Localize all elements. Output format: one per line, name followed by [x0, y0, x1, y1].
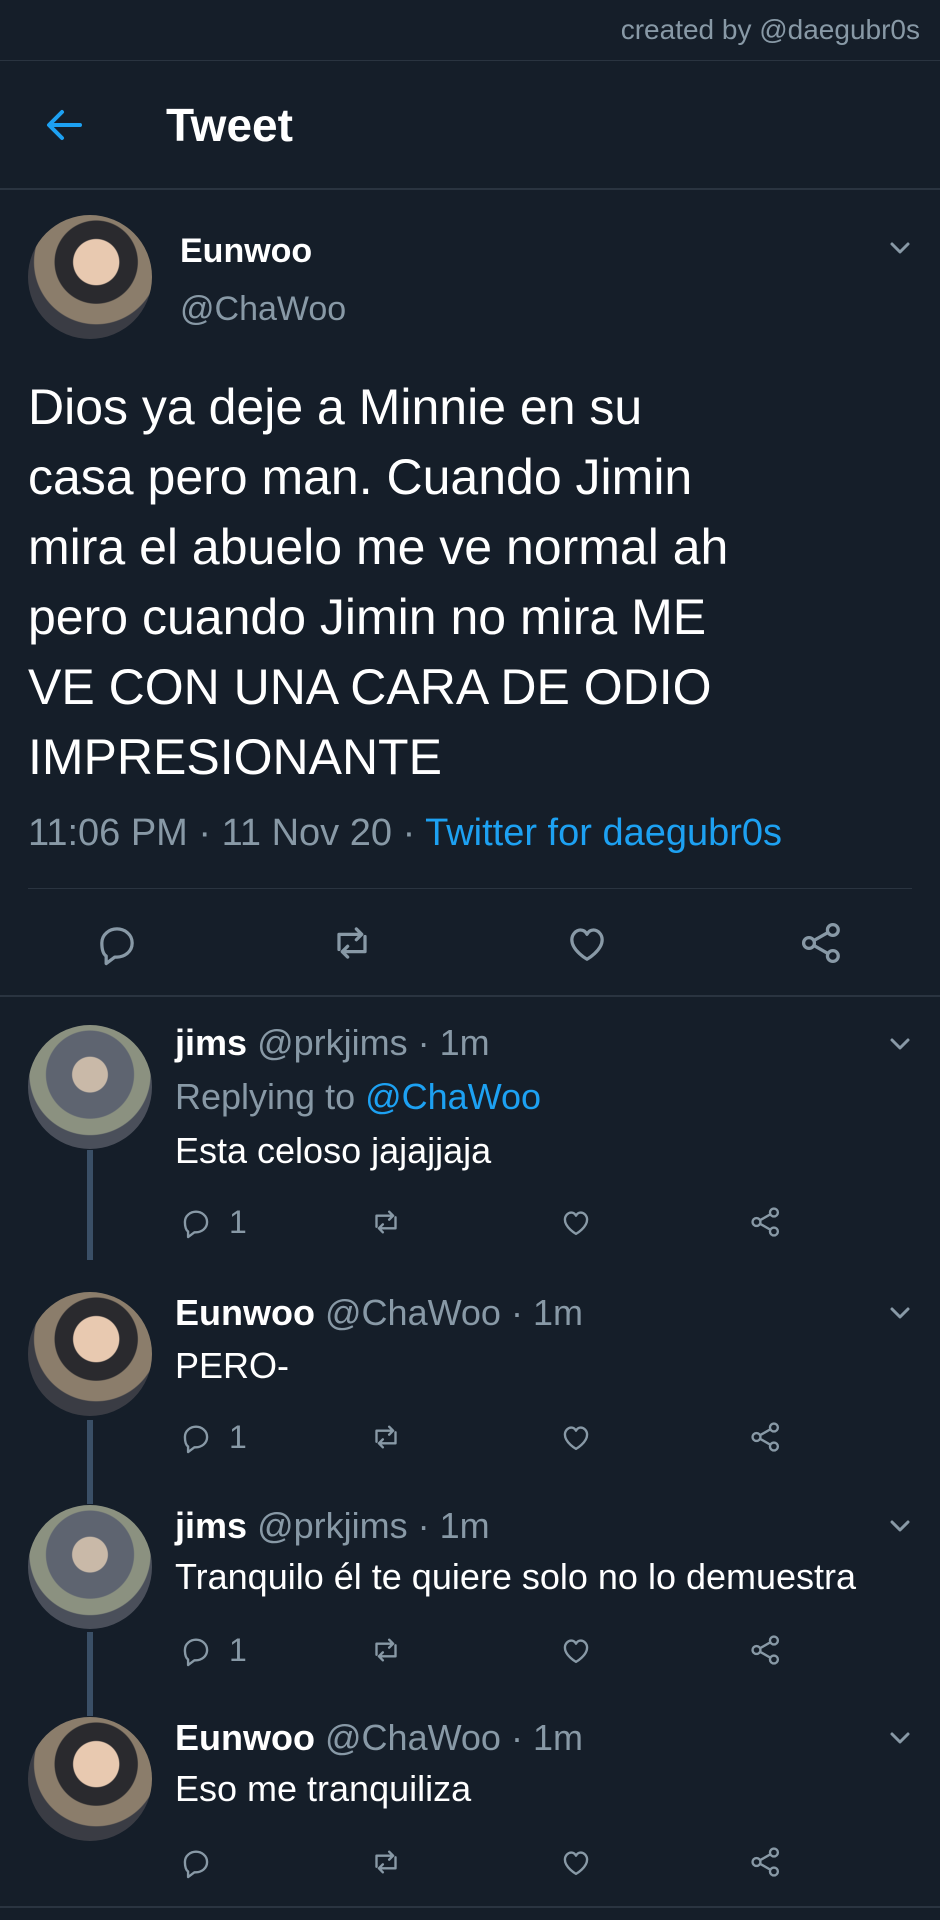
share-icon[interactable] — [796, 917, 848, 969]
tweet-line: casa pero man. Cuando Jimin — [28, 449, 693, 505]
reply-header: jims @prkjims · 1m — [175, 1505, 490, 1547]
chevron-down-icon[interactable] — [886, 1512, 914, 1540]
share-icon — [751, 1207, 780, 1237]
reply-icon — [183, 1638, 209, 1667]
reply-icon[interactable] — [91, 917, 143, 969]
share-button[interactable] — [747, 1628, 785, 1672]
tweet-timestamp: 11:06 PM · 11 Nov 20 · — [28, 812, 426, 854]
credit-text: created by @daegubr0s — [620, 14, 920, 45]
tweet-meta: 11:06 PM · 11 Nov 20 · Twitter for daegu… — [28, 812, 782, 855]
reply-text: Eso me tranquiliza — [175, 1768, 472, 1809]
reply-handle-time: @prkjims · 1m — [257, 1022, 490, 1063]
reply-button[interactable]: 1 — [177, 1415, 247, 1459]
reply-count: 1 — [229, 1631, 247, 1668]
tweet-line: Dios ya deje a Minnie en su — [28, 379, 643, 435]
chevron-down-icon[interactable] — [886, 1030, 914, 1058]
thread-connector — [87, 1420, 93, 1504]
tweet-text: Dios ya deje a Minnie en su casa pero ma… — [28, 372, 888, 792]
tweet-actions — [0, 910, 940, 976]
thread-connector — [87, 1150, 93, 1260]
bottom-divider — [0, 1906, 940, 1908]
share-icon — [751, 1635, 780, 1665]
reply-icon — [183, 1850, 209, 1879]
chevron-down-icon[interactable] — [886, 1724, 914, 1752]
retweet-button[interactable] — [367, 1840, 405, 1884]
chevron-down-icon[interactable] — [886, 234, 914, 262]
reply-author-name[interactable]: Eunwoo — [175, 1717, 315, 1758]
reply-text: PERO- — [175, 1345, 290, 1386]
thread-connector — [87, 1632, 93, 1716]
reply-button[interactable]: 1 — [177, 1628, 247, 1672]
reply-icon — [183, 1425, 209, 1454]
arrow-left-icon — [47, 110, 82, 140]
avatar[interactable] — [28, 1025, 152, 1149]
like-icon[interactable] — [561, 917, 613, 969]
reply-count: 1 — [229, 1203, 247, 1240]
tweet-line: mira el abuelo me ve normal ah — [28, 519, 729, 575]
avatar[interactable] — [28, 1505, 152, 1629]
like-button[interactable] — [557, 1415, 595, 1459]
retweet-icon — [375, 1638, 397, 1662]
like-button[interactable] — [557, 1200, 595, 1244]
header-divider — [0, 188, 940, 190]
share-button[interactable] — [747, 1415, 785, 1459]
reply-button[interactable] — [177, 1840, 215, 1884]
replying-to: Replying to @ChaWoo — [175, 1076, 541, 1118]
like-button[interactable] — [557, 1628, 595, 1672]
tweet-line: VE CON UNA CARA DE ODIO — [28, 659, 712, 715]
share-icon — [751, 1847, 780, 1877]
back-button[interactable] — [40, 100, 90, 150]
retweet-icon[interactable] — [326, 917, 378, 969]
share-button[interactable] — [747, 1840, 785, 1884]
share-button[interactable] — [747, 1200, 785, 1244]
reply-handle-time: @ChaWoo · 1m — [325, 1717, 583, 1758]
reply-icon — [183, 1210, 209, 1239]
reply-author-name[interactable]: jims — [175, 1505, 247, 1546]
retweet-icon — [375, 1850, 397, 1874]
like-icon — [563, 1639, 589, 1664]
avatar[interactable] — [28, 1292, 152, 1416]
reply-header: jims @prkjims · 1m — [175, 1022, 490, 1064]
like-button[interactable] — [557, 1840, 595, 1884]
header: Tweet — [0, 60, 940, 188]
like-icon — [563, 1426, 589, 1451]
replying-mention[interactable]: @ChaWoo — [365, 1076, 541, 1117]
reply-handle-time: @ChaWoo · 1m — [325, 1292, 583, 1333]
reply-text: Tranquilo él te quiere solo no lo demues… — [175, 1556, 857, 1597]
retweet-button[interactable] — [367, 1628, 405, 1672]
author-handle[interactable]: @ChaWoo — [180, 290, 346, 329]
retweet-button[interactable] — [367, 1200, 405, 1244]
tweet-line: pero cuando Jimin no mira ME — [28, 589, 707, 645]
reply-text: Esta celoso jajajjaja — [175, 1130, 492, 1171]
like-icon — [563, 1851, 589, 1876]
reply-handle-time: @prkjims · 1m — [257, 1505, 490, 1546]
author-name[interactable]: Eunwoo — [180, 232, 312, 271]
like-icon — [563, 1211, 589, 1236]
tweet-line: IMPRESIONANTE — [28, 729, 442, 785]
avatar[interactable] — [28, 1717, 152, 1841]
share-icon — [751, 1422, 780, 1452]
replying-prefix: Replying to — [175, 1076, 366, 1117]
chevron-down-icon[interactable] — [886, 1299, 914, 1327]
retweet-icon — [375, 1425, 397, 1449]
reply-count: 1 — [229, 1418, 247, 1455]
avatar[interactable] — [28, 215, 152, 339]
section-divider — [0, 995, 940, 997]
tweet-source-link[interactable]: Twitter for daegubr0s — [425, 812, 782, 854]
reply-author-name[interactable]: jims — [175, 1022, 247, 1063]
meta-divider — [28, 888, 912, 889]
reply-header: Eunwoo @ChaWoo · 1m — [175, 1292, 583, 1334]
reply-header: Eunwoo @ChaWoo · 1m — [175, 1717, 583, 1759]
page-title: Tweet — [166, 99, 293, 151]
reply-author-name[interactable]: Eunwoo — [175, 1292, 315, 1333]
retweet-icon — [375, 1210, 397, 1234]
reply-button[interactable]: 1 — [177, 1200, 247, 1244]
retweet-button[interactable] — [367, 1415, 405, 1459]
